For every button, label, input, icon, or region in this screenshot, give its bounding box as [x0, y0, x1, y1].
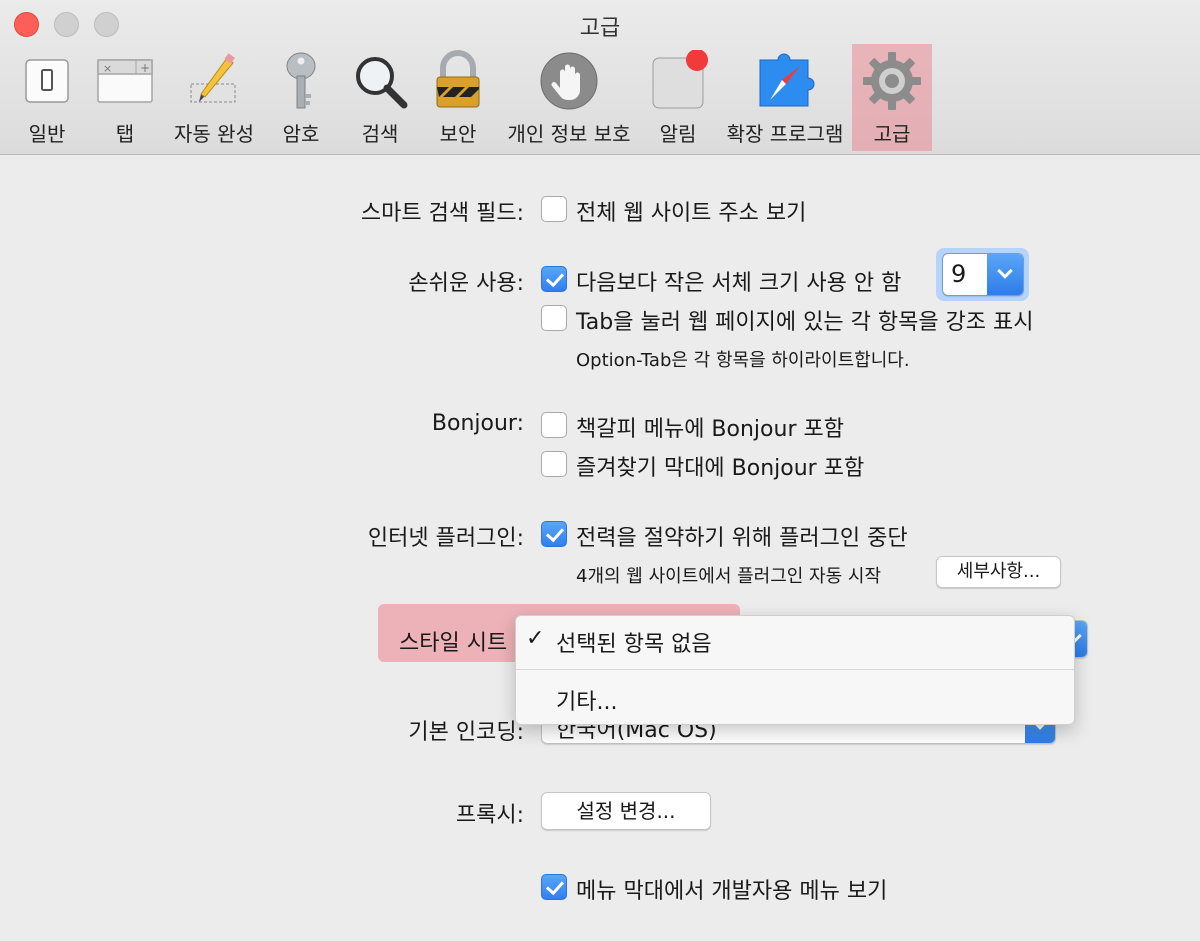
full-address-option-label: 전체 웹 사이트 주소 보기 — [576, 201, 807, 226]
tab-label: 검색 — [361, 122, 399, 146]
menu-item-other[interactable]: 기타... — [516, 672, 1074, 722]
tabs-icon: × + — [97, 59, 153, 103]
tab-label: 알림 — [659, 122, 697, 146]
font-size-select[interactable]: 9 — [942, 253, 1024, 296]
accessibility-label: 손쉬운 사용: — [408, 271, 524, 296]
tab-highlight-option-label: Tab을 눌러 웹 페이지에 있는 각 항목을 강조 표시 — [576, 310, 1034, 335]
tab-passwords[interactable]: 암호 — [266, 44, 336, 152]
proxy-label: 프록시: — [455, 803, 524, 828]
tab-general[interactable]: 일반 — [8, 44, 86, 152]
save-power-checkbox[interactable] — [541, 521, 567, 547]
menu-item-label: 기타... — [556, 690, 618, 715]
tab-label: 암호 — [282, 122, 320, 146]
bonjour-favorites-label: 즐겨찾기 막대에 Bonjour 포함 — [576, 456, 865, 481]
compass-puzzle-icon — [759, 53, 815, 107]
menu-item-label: 선택된 항목 없음 — [556, 632, 712, 657]
save-power-label: 전력을 절약하기 위해 플러그인 중단 — [576, 526, 908, 551]
hand-icon — [540, 52, 598, 110]
tab-label: 개인 정보 보호 — [507, 122, 631, 146]
key-icon — [286, 52, 316, 109]
tab-tabs[interactable]: × + 탭 — [88, 44, 162, 152]
font-size-value: 9 — [951, 260, 967, 288]
tab-label: 확장 프로그램 — [726, 122, 844, 146]
option-tab-hint: Option-Tab은 각 항목을 하이라이트합니다. — [576, 350, 910, 371]
checkmark-icon: ✓ — [526, 626, 545, 651]
chevron-down-icon — [987, 254, 1023, 295]
tab-search[interactable]: 검색 — [342, 44, 418, 152]
tab-privacy[interactable]: 개인 정보 보호 — [502, 44, 636, 152]
lock-icon — [436, 50, 480, 108]
tab-advanced[interactable]: 고급 — [852, 44, 932, 152]
tab-label: 보안 — [439, 122, 477, 146]
change-settings-button[interactable]: 설정 변경... — [541, 792, 711, 830]
min-font-option-label: 다음보다 작은 서체 크기 사용 안 함 — [576, 271, 902, 296]
plugin-autostart-text: 4개의 웹 사이트에서 플러그인 자동 시작 — [576, 566, 882, 587]
window-title: 고급 — [579, 16, 621, 41]
bonjour-label: Bonjour: — [431, 411, 524, 436]
tab-autofill[interactable]: 자동 완성 — [166, 44, 262, 152]
style-sheet-menu: ✓ 선택된 항목 없음 기타... — [515, 615, 1075, 725]
tab-label: 일반 — [28, 122, 66, 146]
tab-label: 탭 — [115, 122, 135, 146]
style-sheet-label: 스타일 시트 — [399, 631, 508, 656]
tab-security[interactable]: 보안 — [424, 44, 492, 152]
plugin-details-button[interactable]: 세부사항... — [936, 556, 1061, 588]
bonjour-favorites-checkbox[interactable] — [541, 451, 567, 477]
develop-menu-checkbox[interactable] — [541, 874, 567, 900]
menu-item-none[interactable]: ✓ 선택된 항목 없음 — [516, 616, 1074, 668]
menu-separator — [516, 669, 1074, 670]
plugins-label: 인터넷 플러그인: — [367, 526, 524, 551]
pencil-icon — [190, 53, 236, 103]
general-switch-icon — [25, 59, 69, 103]
develop-menu-label: 메뉴 막대에서 개발자용 메뉴 보기 — [576, 879, 888, 904]
magnifier-icon — [356, 57, 408, 109]
svg-text:+: + — [140, 61, 150, 75]
gear-icon — [863, 52, 921, 110]
tab-extensions[interactable]: 확장 프로그램 — [722, 44, 848, 152]
encoding-label: 기본 인코딩: — [408, 720, 524, 745]
tab-label: 자동 완성 — [174, 122, 254, 146]
smart-search-label: 스마트 검색 필드: — [360, 201, 524, 226]
notification-icon — [652, 50, 708, 109]
bonjour-bookmarks-checkbox[interactable] — [541, 412, 567, 438]
svg-text:×: × — [103, 62, 112, 75]
tab-label: 고급 — [873, 122, 911, 146]
bonjour-bookmarks-label: 책갈피 메뉴에 Bonjour 포함 — [576, 417, 844, 442]
full-address-checkbox[interactable] — [541, 196, 567, 222]
min-font-checkbox[interactable] — [541, 266, 567, 292]
tab-highlight-checkbox[interactable] — [541, 305, 567, 331]
tab-notifications[interactable]: 알림 — [644, 44, 712, 152]
